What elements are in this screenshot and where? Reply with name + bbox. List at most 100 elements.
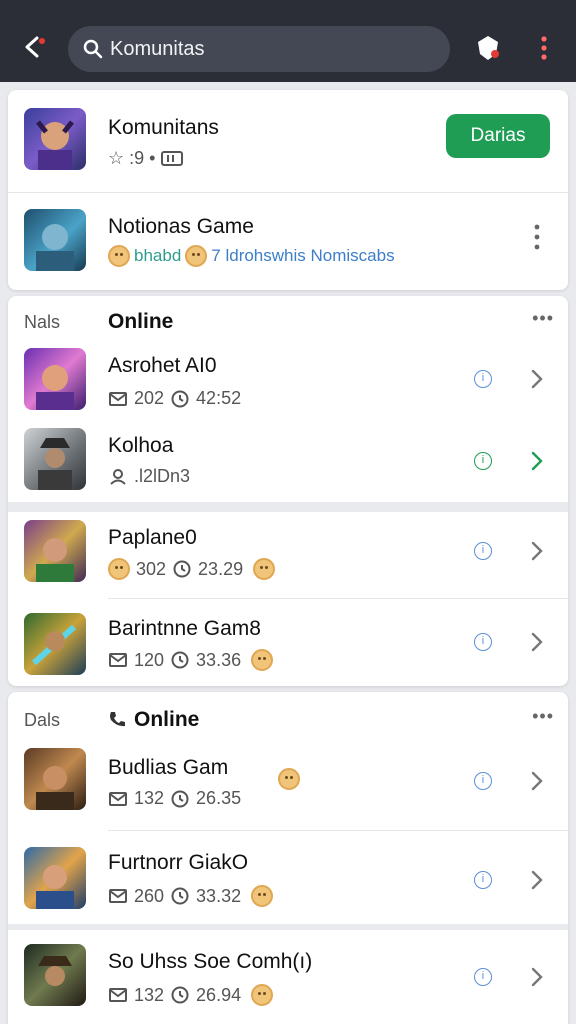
item-avatar [24, 944, 86, 1006]
clock-icon [173, 560, 191, 578]
mail-icon [109, 889, 127, 903]
section-title: Online [134, 708, 200, 731]
item-time: 33.32 [196, 885, 242, 906]
item-count: .l2lDn3 [134, 466, 191, 486]
chevron-right-icon[interactable] [530, 770, 544, 792]
emoji-face-icon [251, 885, 274, 907]
section-title: Online [108, 310, 174, 333]
item-meta: 302 23.29 [108, 558, 276, 580]
emoji-face-icon [278, 768, 300, 790]
emoji-face-icon [253, 558, 276, 580]
section-label: Nals [24, 312, 61, 332]
kebab-menu-icon[interactable] [528, 32, 560, 64]
status-bar [0, 0, 576, 10]
item-time: 42:52 [196, 388, 242, 408]
item-avatar [24, 348, 86, 410]
phone-icon [110, 712, 125, 727]
chevron-right-icon[interactable] [530, 540, 544, 562]
item-count: 202 [134, 388, 165, 408]
person-icon [110, 468, 126, 485]
search-bar[interactable] [68, 26, 450, 72]
list-item[interactable]: Kolhoa .l2lDn3 i [8, 424, 568, 502]
item-count: 120 [134, 649, 165, 670]
section-label: Dals [24, 710, 61, 730]
info-icon[interactable]: i [474, 772, 492, 790]
list-item[interactable]: Barintnne Gam8 120 33.36 i [8, 599, 568, 686]
game-tag-2: 7 ldrohswhis Nomiscabs [211, 246, 395, 265]
list-item[interactable]: Budlias Gam 132 26.35 i [8, 736, 568, 828]
game-name: Notionas Game [108, 215, 254, 238]
game-row[interactable]: Notionas Game bhabd 7 ldrohswhis Nomisca… [8, 193, 568, 290]
community-row[interactable]: Komunitans ☆ :9 • Darias [8, 90, 568, 192]
item-title: Barintnne Gam8 [108, 617, 261, 640]
chevron-right-icon[interactable] [530, 450, 544, 472]
item-avatar [24, 428, 86, 490]
chevron-right-icon[interactable] [530, 368, 544, 390]
info-icon[interactable]: i [474, 968, 492, 986]
section-online-1: Nals Online ••• Asrohet AI0 202 42:52 i … [8, 296, 568, 686]
clock-icon [171, 986, 189, 1004]
item-time: 33.36 [196, 649, 242, 670]
emoji-face-icon [251, 649, 274, 671]
list-item[interactable]: So Uhss Soe Comh(ı) 132 26.94 i [8, 930, 568, 1024]
emoji-face-icon [108, 558, 130, 580]
game-avatar [24, 209, 86, 271]
info-icon[interactable]: i [474, 871, 492, 889]
emoji-face-icon [251, 984, 274, 1006]
chevron-right-icon[interactable] [530, 631, 544, 653]
list-item[interactable]: Furtnorr GiakO 260 33.32 i [8, 831, 568, 923]
game-tags: bhabd 7 ldrohswhis Nomiscabs [108, 245, 395, 267]
item-title: So Uhss Soe Comh(ı) [108, 950, 313, 973]
item-meta: 132 26.35 [108, 788, 241, 809]
clock-icon [171, 790, 189, 807]
item-avatar [24, 520, 86, 582]
item-time: 23.29 [198, 558, 244, 579]
info-icon[interactable]: i [474, 370, 492, 388]
info-icon[interactable]: i [474, 633, 492, 651]
item-title: Asrohet AI0 [108, 354, 217, 377]
item-avatar [24, 847, 86, 909]
list-item[interactable]: Paplane0 302 23.29 i [8, 508, 568, 598]
list-item[interactable]: Asrohet AI0 202 42:52 i [8, 338, 568, 424]
join-button[interactable]: Darias [446, 114, 550, 158]
info-icon[interactable]: i [474, 542, 492, 560]
mail-icon [109, 791, 127, 806]
item-meta: 202 42:52 [108, 388, 241, 409]
back-chevron-icon[interactable] [18, 32, 48, 62]
clock-icon [171, 390, 189, 407]
item-title: Kolhoa [108, 434, 174, 457]
item-count: 132 [134, 788, 165, 808]
section-more-icon[interactable]: ••• [532, 706, 554, 727]
item-title: Paplane0 [108, 526, 197, 549]
community-card: Komunitans ☆ :9 • Darias Notionas Game b… [8, 90, 568, 290]
community-rating-text: ☆ :9 • [108, 148, 156, 168]
community-avatar [24, 108, 86, 170]
emoji-face-icon [108, 245, 130, 267]
item-meta: 132 26.94 [108, 984, 274, 1006]
item-meta: 260 33.32 [108, 885, 274, 907]
emoji-face-icon [185, 245, 208, 267]
clock-icon [171, 887, 189, 905]
search-input[interactable] [110, 34, 430, 64]
section-online-2: Dals Online ••• Budlias Gam 132 26.35 i … [8, 692, 568, 1024]
chevron-right-icon[interactable] [530, 966, 544, 988]
item-meta: .l2lDn3 [108, 466, 190, 487]
game-tag-1: bhabd [134, 246, 182, 265]
item-avatar [24, 613, 86, 675]
item-meta: 120 33.36 [108, 649, 274, 671]
chevron-right-icon[interactable] [530, 869, 544, 891]
section-more-icon[interactable]: ••• [532, 308, 554, 329]
item-title: Furtnorr GiakO [108, 851, 249, 874]
item-time: 26.94 [196, 984, 242, 1005]
info-icon[interactable]: i [474, 452, 492, 470]
item-count: 302 [136, 558, 167, 579]
top-app-bar [0, 0, 576, 82]
more-vertical-icon[interactable] [530, 223, 544, 251]
community-rating: ☆ :9 • [108, 148, 184, 169]
item-count: 132 [134, 984, 165, 1005]
chat-icon [161, 150, 184, 166]
shield-icon[interactable] [472, 32, 504, 64]
mail-icon [109, 391, 127, 406]
item-count: 260 [134, 885, 165, 906]
search-icon [83, 39, 103, 59]
